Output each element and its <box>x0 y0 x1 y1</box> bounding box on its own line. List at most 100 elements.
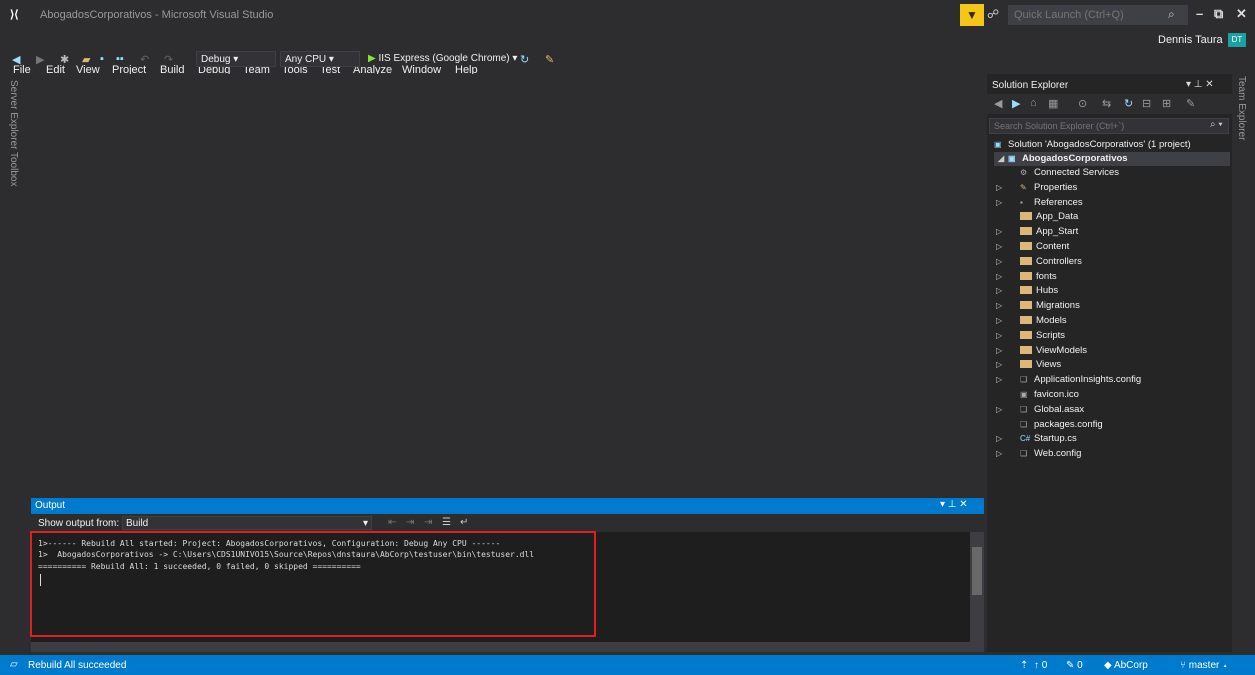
expand-arrow-icon[interactable]: ▷ <box>996 358 1006 372</box>
tree-item[interactable]: ▷ Views <box>996 358 1061 372</box>
tree-item[interactable]: ▷ App_Start <box>996 225 1078 239</box>
restore-icon[interactable]: ⧉ <box>1214 6 1223 22</box>
branch-selector[interactable]: ⑂ master ▴ <box>1180 660 1228 671</box>
show-all-files-icon[interactable]: ⊞ <box>1162 97 1171 110</box>
expand-arrow-icon[interactable]: ▷ <box>996 181 1006 195</box>
config-file-icon: ❑ <box>1020 419 1028 429</box>
solution-explorer-window-buttons[interactable]: ▾ ⊥ ✕ <box>1186 79 1214 90</box>
tree-item[interactable]: ▷ Hubs <box>996 284 1058 298</box>
toggle-word-wrap-icon[interactable]: ↵ <box>460 517 468 528</box>
refresh-icon[interactable]: ↻ <box>520 53 529 66</box>
tree-item[interactable]: ⚙ Connected Services <box>996 166 1119 180</box>
configuration-select[interactable]: Debug ▾ <box>196 51 276 67</box>
output-source-select[interactable]: Build ▾ <box>122 516 372 530</box>
solution-explorer-search-input[interactable] <box>989 118 1229 134</box>
expand-arrow-icon[interactable]: ▷ <box>996 432 1006 446</box>
previous-message-icon[interactable]: ⇥ <box>406 517 414 528</box>
output-panel-window-buttons[interactable]: ▾ ⊥ ✕ <box>940 499 968 510</box>
tree-item[interactable]: ▷ Content <box>996 240 1069 254</box>
navigate-forward-icon[interactable]: ▶ <box>36 53 44 66</box>
team-explorer-tab[interactable]: Team Explorer <box>1236 76 1247 140</box>
tree-item[interactable]: ▷ ❑ ApplicationInsights.config <box>996 373 1141 387</box>
output-panel-header <box>31 498 984 514</box>
expand-arrow-icon[interactable]: ▷ <box>996 255 1006 269</box>
tree-item[interactable]: ▷ Scripts <box>996 329 1065 343</box>
close-icon[interactable]: ✕ <box>1236 6 1247 22</box>
toolbox-tab[interactable]: Toolbox <box>8 152 19 186</box>
tree-item[interactable]: ▣ favicon.ico <box>996 388 1079 402</box>
tree-item[interactable]: ▷ C# Startup.cs <box>996 432 1077 446</box>
collapse-arrow-icon[interactable]: ◢ <box>998 152 1008 166</box>
expand-arrow-icon[interactable]: ▷ <box>996 284 1006 298</box>
user-name[interactable]: Dennis Taura <box>1158 34 1223 46</box>
undo-icon[interactable]: ↶ <box>140 53 149 66</box>
tree-item-label: Startup.cs <box>1034 433 1077 445</box>
expand-arrow-icon[interactable]: ▷ <box>996 240 1006 254</box>
collapse-all-icon[interactable]: ⊟ <box>1142 97 1151 110</box>
search-icon[interactable]: ⌕ <box>1168 7 1175 22</box>
expand-arrow-icon[interactable]: ▷ <box>996 403 1006 417</box>
expand-arrow-icon[interactable]: ▷ <box>996 329 1006 343</box>
project-node[interactable]: ◢ ▣ AbogadosCorporativos <box>994 152 1230 166</box>
tree-item[interactable]: ▷ ▪ References <box>996 196 1083 210</box>
server-explorer-tab[interactable]: Server Explorer <box>8 80 19 149</box>
open-file-icon[interactable]: ▰ <box>82 53 90 66</box>
start-debugging-button[interactable]: ▶ IIS Express (Google Chrome) ▾ <box>368 53 517 64</box>
tree-item[interactable]: ▷ ❑ Web.config <box>996 447 1081 461</box>
expand-arrow-icon[interactable]: ▷ <box>996 314 1006 328</box>
tree-item[interactable]: ▷ Controllers <box>996 255 1082 269</box>
expand-arrow-icon[interactable]: ▷ <box>996 196 1006 210</box>
properties-wrench-icon[interactable]: ✎ <box>1186 97 1195 110</box>
status-text: Rebuild All succeeded <box>28 660 127 671</box>
find-message-icon[interactable]: ⇤ <box>388 517 396 528</box>
output-source-value: Build <box>126 518 149 529</box>
output-panel-title: Output <box>35 500 66 511</box>
expand-arrow-icon[interactable]: ▷ <box>996 299 1006 313</box>
new-project-icon[interactable]: ✱ <box>60 53 69 66</box>
expand-arrow-icon[interactable]: ▷ <box>996 447 1006 461</box>
tree-item[interactable]: ▷ fonts <box>996 270 1057 284</box>
expand-arrow-icon[interactable]: ▷ <box>996 270 1006 284</box>
quick-launch-input[interactable] <box>1008 5 1188 25</box>
refresh-icon[interactable]: ↻ <box>1124 97 1133 110</box>
output-scroll-thumb[interactable] <box>972 547 982 595</box>
expand-arrow-icon[interactable]: ▷ <box>996 373 1006 387</box>
unpublished-commits[interactable]: ↑ 0 <box>1034 660 1047 671</box>
switch-views-icon[interactable]: ▦ <box>1048 97 1058 110</box>
user-avatar[interactable]: DT <box>1228 33 1246 47</box>
navigate-back-icon[interactable]: ◀ <box>12 53 20 66</box>
tree-item[interactable]: App_Data <box>996 210 1078 224</box>
tree-item[interactable]: ❑ packages.config <box>996 418 1103 432</box>
home-icon[interactable]: ⌂ <box>1030 97 1037 109</box>
save-icon[interactable]: ▪ <box>100 53 104 65</box>
pending-changes-filter-icon[interactable]: ⊙ <box>1078 97 1087 110</box>
notifications-filter-icon[interactable]: ▼ <box>960 4 984 26</box>
expand-arrow-icon[interactable]: ▷ <box>996 225 1006 239</box>
minimize-icon[interactable]: – <box>1196 6 1203 21</box>
tree-item-label: Migrations <box>1036 300 1080 312</box>
tree-item[interactable]: ▷ Migrations <box>996 299 1080 313</box>
feedback-icon[interactable]: ☍ <box>987 7 999 21</box>
solution-node[interactable]: ▣ Solution 'AbogadosCorporativos' (1 proj… <box>994 138 1191 152</box>
output-horizontal-scrollbar[interactable] <box>31 642 984 652</box>
tree-item[interactable]: ▷ ViewModels <box>996 344 1087 358</box>
browser-link-icon[interactable]: ✎ <box>545 53 554 66</box>
back-icon[interactable]: ◀ <box>994 97 1002 110</box>
save-all-icon[interactable]: ▪▪ <box>116 53 124 65</box>
publish-icon[interactable]: ⇡ <box>1020 660 1028 671</box>
tree-item[interactable]: ▷ ❑ Global.asax <box>996 403 1084 417</box>
forward-icon[interactable]: ▶ <box>1012 97 1020 110</box>
redo-icon[interactable]: ↷ <box>164 53 173 66</box>
clear-all-icon[interactable]: ☰ <box>442 517 451 528</box>
platform-select[interactable]: Any CPU ▾ <box>280 51 360 67</box>
folder-icon <box>1020 330 1032 339</box>
next-message-icon[interactable]: ⇥ <box>424 517 432 528</box>
expand-arrow-icon[interactable]: ▷ <box>996 344 1006 358</box>
pending-changes[interactable]: ✎ 0 <box>1066 660 1083 671</box>
configuration-value: Debug <box>201 54 231 65</box>
sync-icon[interactable]: ⇆ <box>1102 97 1111 110</box>
tree-item[interactable]: ▷ ✎ Properties <box>996 181 1077 195</box>
tree-item[interactable]: ▷ Models <box>996 314 1067 328</box>
search-icon[interactable]: ⌕ ▾ <box>1210 119 1223 130</box>
repository-selector[interactable]: ◆ AbCorp <box>1104 660 1148 671</box>
